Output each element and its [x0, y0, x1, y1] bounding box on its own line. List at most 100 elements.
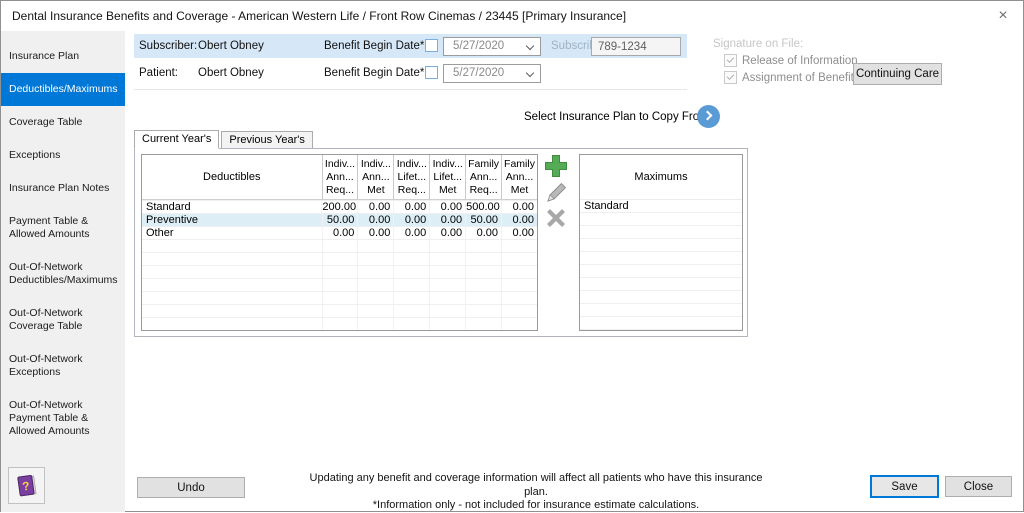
header-line: Ann... [469, 170, 498, 183]
table-row [142, 304, 537, 317]
cell[interactable]: 0.00 [321, 227, 358, 239]
subscriber-row: Subscriber: Obert Obney Benefit Begin Da… [134, 34, 687, 58]
header-line: Ann... [326, 170, 354, 183]
cell[interactable]: 0.00 [501, 201, 537, 213]
table-row [580, 239, 742, 252]
cell[interactable]: 0.00 [357, 201, 393, 213]
chevron-down-icon [525, 41, 535, 51]
deductibles-title: Deductibles [203, 171, 261, 183]
cell[interactable]: 0.00 [357, 214, 393, 226]
cell[interactable]: 0.00 [501, 227, 537, 239]
footer-note-line1: Updating any benefit and coverage inform… [309, 472, 763, 498]
row-label: Standard [146, 201, 191, 213]
cell[interactable]: 0.00 [429, 214, 465, 226]
assignment-of-benefits-label: Assignment of Benefits [742, 71, 860, 84]
table-row-preventive[interactable]: Preventive 50.00 0.00 0.00 0.00 50.00 0.… [142, 213, 537, 226]
close-button[interactable]: Close [945, 476, 1012, 497]
header-line: Indiv... [324, 157, 356, 170]
cell[interactable]: 0.00 [393, 201, 429, 213]
header-line: Indiv... [360, 157, 391, 170]
header-line: Met [438, 183, 457, 196]
assignment-of-benefits-checkbox [724, 71, 737, 84]
sidebar-item-coverage-table[interactable]: Coverage Table [1, 106, 125, 139]
cell[interactable]: 50.00 [465, 214, 501, 226]
sidebar-item-exceptions[interactable]: Exceptions [1, 139, 125, 172]
table-row [580, 278, 742, 291]
table-row [142, 239, 537, 252]
table-row [142, 317, 537, 330]
tab-current-years[interactable]: Current Year's [134, 130, 220, 149]
subscriber-benefit-date-value: 5/27/2020 [453, 40, 505, 52]
help-button[interactable]: ? [8, 467, 45, 504]
patient-benefit-date-checkbox[interactable] [425, 66, 438, 79]
copy-from-arrow-button[interactable] [697, 105, 720, 128]
close-icon[interactable]: × [993, 6, 1013, 26]
patient-benefit-date-select[interactable]: 5/27/2020 [443, 64, 541, 83]
divider [134, 89, 687, 90]
column-header-indiv-lifet-met: Indiv... Lifet... Met [429, 155, 465, 199]
table-row [580, 304, 742, 317]
table-row [580, 213, 742, 226]
undo-button[interactable]: Undo [137, 477, 245, 498]
sidebar-item-deductibles-maximums[interactable]: Deductibles/Maximums [1, 73, 125, 106]
table-row-standard[interactable]: Standard 200.00 0.00 0.00 0.00 500.00 0.… [142, 200, 537, 213]
sidebar-item-oon-coverage-table[interactable]: Out-Of-Network Coverage Table [1, 297, 125, 343]
cell[interactable]: 0.00 [429, 201, 465, 213]
column-header-indiv-ann-req: Indiv... Ann... Req... [321, 155, 358, 199]
cell[interactable]: 50.00 [321, 214, 358, 226]
header-line: Lifet... [433, 170, 462, 183]
table-row-standard[interactable]: Standard [580, 200, 742, 213]
cell[interactable]: 500.00 [465, 201, 501, 213]
sidebar-item-oon-deductibles[interactable]: Out-Of-Network Deductibles/Maximums [1, 251, 125, 297]
sidebar-item-insurance-plan[interactable]: Insurance Plan [1, 40, 125, 73]
cell[interactable]: 0.00 [357, 227, 393, 239]
save-button[interactable]: Save [870, 475, 939, 498]
sidebar-item-payment-table[interactable]: Payment Table & Allowed Amounts [1, 205, 125, 251]
header-line: Family [504, 157, 535, 170]
header-line: Met [367, 183, 385, 196]
add-icon [545, 155, 567, 177]
header-line: Ann... [505, 170, 534, 183]
cell[interactable]: 0.00 [429, 227, 465, 239]
header-line: Req... [397, 183, 426, 196]
table-row [580, 317, 742, 330]
cell[interactable]: 0.00 [501, 214, 537, 226]
sidebar-item-oon-payment-table[interactable]: Out-Of-Network Payment Table & Allowed A… [1, 389, 125, 448]
subscriber-benefit-date-label: Benefit Begin Date* [324, 40, 425, 52]
copy-from-label: Select Insurance Plan to Copy From: [524, 111, 712, 123]
patient-label: Patient: [139, 67, 178, 79]
patient-benefit-date-label: Benefit Begin Date* [324, 67, 425, 79]
cell[interactable]: 200.00 [321, 201, 357, 213]
header-line: Req... [325, 183, 354, 196]
assignment-of-benefits-row: Assignment of Benefits [724, 71, 860, 84]
footer-note-line2: *Information only - not included for ins… [372, 499, 700, 511]
delete-button[interactable] [541, 205, 571, 231]
maximums-title: Maximums [580, 155, 742, 200]
header-line: Indiv... [396, 157, 427, 170]
tab-previous-years[interactable]: Previous Year's [221, 131, 313, 149]
column-header-indiv-lifet-req: Indiv... Lifet... Req... [393, 155, 429, 199]
subscriber-benefit-date-select[interactable]: 5/27/2020 [443, 37, 541, 56]
table-row [142, 252, 537, 265]
check-icon [726, 55, 735, 63]
header-line: Lifet... [397, 170, 427, 183]
cell[interactable]: 0.00 [465, 227, 501, 239]
subscriber-benefit-date-checkbox[interactable] [425, 39, 438, 52]
row-label: Preventive [146, 214, 198, 226]
cell[interactable]: 0.00 [393, 214, 429, 226]
check-icon [726, 72, 735, 80]
sidebar-item-oon-exceptions[interactable]: Out-Of-Network Exceptions [1, 343, 125, 389]
header-line: Req... [469, 183, 498, 196]
continuing-care-button[interactable]: Continuing Care [853, 63, 942, 85]
header-line: Met [510, 183, 529, 196]
sidebar-item-insurance-plan-notes[interactable]: Insurance Plan Notes [1, 172, 125, 205]
add-button[interactable] [541, 153, 571, 179]
benefits-panel: Deductibles Indiv... Ann... Req... Indiv… [134, 148, 748, 337]
cell[interactable]: 0.00 [393, 227, 429, 239]
deductibles-header-row: Deductibles Indiv... Ann... Req... Indiv… [142, 155, 537, 200]
table-row [142, 278, 537, 291]
table-row-other[interactable]: Other 0.00 0.00 0.00 0.00 0.00 0.00 [142, 226, 537, 239]
edit-button[interactable] [541, 180, 571, 206]
table-row [580, 265, 742, 278]
patient-benefit-date-value: 5/27/2020 [453, 67, 505, 79]
